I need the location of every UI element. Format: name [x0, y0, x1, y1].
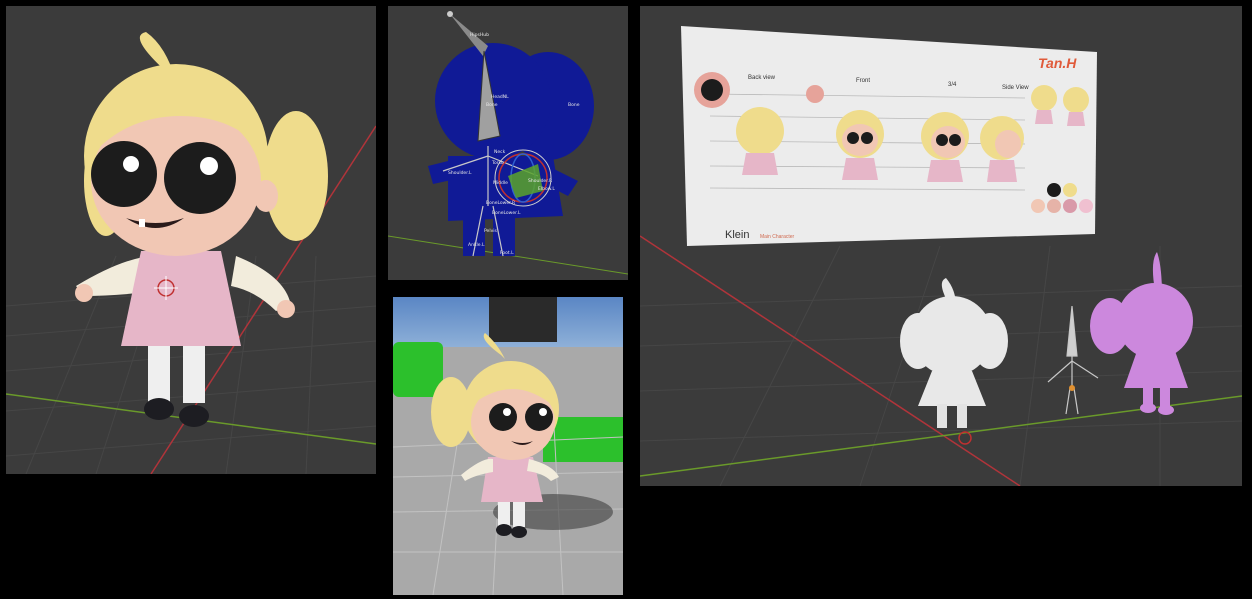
svg-text:Ankle.L: Ankle.L — [468, 242, 485, 248]
svg-text:Neck: Neck — [494, 149, 506, 155]
sheet-character-subtitle: Main Character — [760, 234, 795, 240]
sheet-label-back: Back view — [748, 75, 776, 81]
svg-text:HipsHub: HipsHub — [470, 32, 489, 38]
svg-text:Middle: Middle — [493, 180, 508, 186]
svg-text:BoneLower.L: BoneLower.L — [492, 210, 521, 216]
sheet-label-front: Front — [856, 78, 870, 84]
svg-text:Shoulder.R: Shoulder.R — [528, 178, 552, 184]
sheet-label-3-4: 3/4 — [948, 82, 957, 88]
game-viewport[interactable] — [393, 297, 623, 595]
svg-text:Shoulder.L: Shoulder.L — [448, 170, 472, 176]
dark-cube — [489, 297, 557, 342]
reference-sheet[interactable]: Back view Front 3/4 Side View Tan.H Klei… — [681, 26, 1097, 246]
svg-text:BoneLower.R: BoneLower.R — [486, 200, 515, 206]
svg-text:HeadNL: HeadNL — [491, 94, 509, 100]
svg-text:Torso: Torso — [491, 160, 504, 166]
svg-text:Elbow.L: Elbow.L — [538, 186, 555, 192]
reference-viewport[interactable]: Back view Front 3/4 Side View Tan.H Klei… — [640, 6, 1242, 486]
sheet-label-side: Side View — [1002, 85, 1029, 91]
svg-text:Bone: Bone — [486, 102, 498, 108]
green-ramp — [393, 342, 443, 397]
sheet-logo: Tan.H — [1038, 55, 1077, 71]
sheet-character-name: Klein — [725, 229, 749, 241]
rig-viewport[interactable]: HipsHub HeadNL Bone Bone Neck Torso Shou… — [388, 6, 628, 280]
character-viewport[interactable] — [6, 6, 376, 474]
svg-text:Pelvis: Pelvis — [484, 228, 497, 234]
svg-text:Bone: Bone — [568, 102, 580, 108]
svg-text:Foot.L: Foot.L — [500, 250, 514, 256]
